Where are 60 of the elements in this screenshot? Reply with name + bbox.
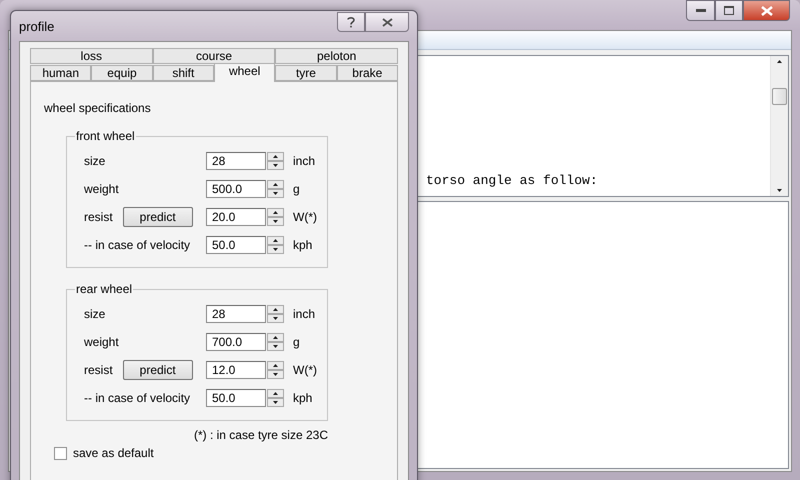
- section-title: wheel specifications: [44, 101, 152, 115]
- tab[interactable]: equip: [91, 65, 153, 81]
- spinner[interactable]: [267, 208, 284, 226]
- group-title: front wheel: [75, 129, 136, 143]
- minimize-icon[interactable]: [686, 0, 715, 21]
- scroll-down-icon[interactable]: [777, 189, 782, 192]
- help-icon[interactable]: [337, 12, 365, 32]
- window-title: profile: [19, 18, 56, 34]
- field-label: size: [84, 154, 106, 168]
- spinner[interactable]: [267, 333, 284, 351]
- scrollbar[interactable]: [770, 56, 788, 196]
- number-field[interactable]: 28: [206, 305, 266, 323]
- checkbox-label: save as default: [73, 446, 154, 460]
- maximize-icon[interactable]: [715, 0, 743, 21]
- close-icon[interactable]: [743, 0, 790, 21]
- number-field[interactable]: 12.0: [206, 361, 266, 379]
- output-text: torso angle as follow:: [426, 173, 598, 188]
- tab[interactable]: wheel: [214, 63, 276, 82]
- scroll-thumb[interactable]: [772, 88, 787, 104]
- predict-button[interactable]: predict: [122, 360, 193, 380]
- number-field[interactable]: 50.0: [206, 389, 266, 407]
- unit-label: W(*): [293, 210, 318, 224]
- checkbox[interactable]: [54, 446, 67, 460]
- field-label: weight: [84, 335, 119, 349]
- field-label: resist: [84, 210, 113, 224]
- unit-label: inch: [293, 307, 316, 321]
- close-icon[interactable]: [365, 12, 409, 32]
- predict-button[interactable]: predict: [122, 207, 193, 227]
- unit-label: W(*): [293, 363, 318, 377]
- spinner[interactable]: [267, 236, 284, 254]
- tab[interactable]: course: [152, 48, 276, 64]
- number-field[interactable]: 500.0: [206, 180, 266, 198]
- field-label: weight: [84, 182, 119, 196]
- field-label: size: [84, 307, 106, 321]
- number-field[interactable]: 50.0: [206, 236, 266, 254]
- unit-label: g: [293, 335, 301, 349]
- spinner[interactable]: [267, 389, 284, 407]
- tab[interactable]: shift: [152, 65, 214, 81]
- number-field[interactable]: 700.0: [206, 333, 266, 351]
- tab[interactable]: tyre: [275, 65, 337, 81]
- spinner[interactable]: [267, 180, 284, 198]
- number-field[interactable]: 28: [206, 152, 266, 170]
- spinner[interactable]: [267, 305, 284, 323]
- unit-label: inch: [293, 154, 316, 168]
- unit-label: g: [293, 182, 301, 196]
- footnote: (*) : in case tyre size 23C: [194, 428, 328, 442]
- scroll-up-icon[interactable]: [777, 60, 782, 63]
- tab[interactable]: loss: [30, 48, 153, 64]
- group-title: rear wheel: [75, 282, 134, 296]
- tab[interactable]: brake: [336, 65, 398, 81]
- spinner[interactable]: [267, 361, 284, 379]
- number-field[interactable]: 20.0: [206, 208, 266, 226]
- tab[interactable]: peloton: [275, 48, 398, 64]
- field-label: -- in case of velocity: [84, 391, 190, 405]
- tab[interactable]: human: [30, 65, 92, 81]
- unit-label: kph: [293, 238, 314, 252]
- field-label: -- in case of velocity: [84, 238, 190, 252]
- unit-label: kph: [293, 391, 314, 405]
- field-label: resist: [84, 363, 113, 377]
- spinner[interactable]: [267, 152, 284, 170]
